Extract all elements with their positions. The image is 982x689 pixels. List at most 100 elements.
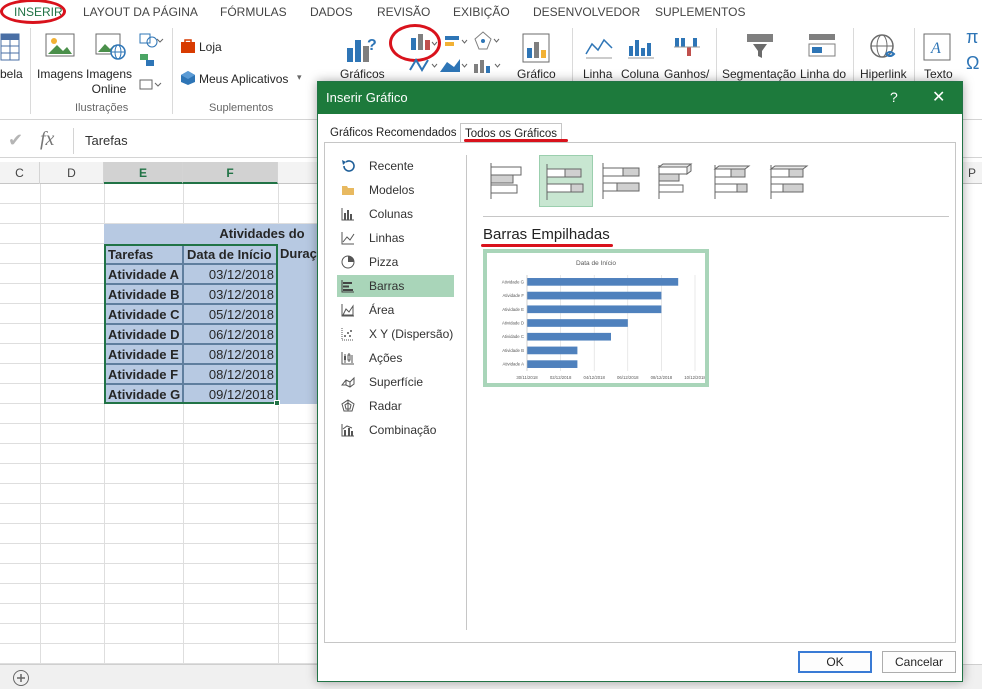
hyperlink-icon[interactable] bbox=[868, 32, 898, 62]
slicer-button-label[interactable]: Segmentação bbox=[722, 67, 796, 82]
table-row-task[interactable]: Atividade C bbox=[104, 304, 183, 324]
duration-column-cells[interactable] bbox=[278, 264, 320, 404]
my-apps-icon[interactable] bbox=[180, 70, 196, 86]
column-header-f[interactable]: F bbox=[183, 162, 278, 184]
pictures-button-label[interactable]: Imagens bbox=[37, 67, 83, 82]
table-row-date[interactable]: 06/12/2018 bbox=[183, 324, 278, 344]
nav-item-barras[interactable]: Barras bbox=[337, 275, 454, 297]
table-icon[interactable] bbox=[0, 30, 20, 64]
nav-item-area[interactable]: Área bbox=[337, 299, 454, 321]
dialog-title-bar[interactable]: Inserir Gráfico ? ✕ bbox=[318, 82, 962, 114]
table-row-task[interactable]: Atividade E bbox=[104, 344, 183, 364]
pivot-chart-button-label[interactable]: Gráfico bbox=[517, 67, 556, 82]
table-row-date[interactable]: 05/12/2018 bbox=[183, 304, 278, 324]
stacked-bar-3d-icon bbox=[713, 165, 751, 199]
header-cell-tarefas[interactable]: Tarefas bbox=[104, 244, 183, 264]
tab-exibicao[interactable]: EXIBIÇÃO bbox=[453, 5, 510, 19]
nav-item-modelos[interactable]: Modelos bbox=[337, 179, 454, 201]
text-box-icon[interactable]: A bbox=[922, 32, 952, 62]
table-button-label[interactable]: bela bbox=[0, 67, 23, 82]
nav-item-pizza[interactable]: Pizza bbox=[337, 251, 454, 273]
table-title-cell[interactable]: Atividades do bbox=[104, 224, 320, 244]
timeline-button-label[interactable]: Linha do bbox=[800, 67, 846, 82]
symbol-icon[interactable]: Ω bbox=[966, 54, 979, 72]
add-sheet-icon[interactable] bbox=[12, 669, 30, 687]
nav-item-dispersao[interactable]: X Y (Dispersão) bbox=[337, 323, 454, 345]
text-button-label[interactable]: Texto bbox=[924, 67, 953, 82]
table-row-date[interactable]: 08/12/2018 bbox=[183, 364, 278, 384]
equation-icon[interactable]: π bbox=[966, 28, 978, 46]
hierarchy-chart-icon[interactable] bbox=[444, 32, 470, 52]
chart-preview[interactable]: Data de Início 30/11/2018 02/12/2018 04/12/… bbox=[483, 249, 709, 387]
waterfall-chart-icon[interactable] bbox=[408, 56, 438, 74]
table-row-date[interactable]: 08/12/2018 bbox=[183, 344, 278, 364]
shapes-smartart-screenshot-icons[interactable] bbox=[138, 30, 164, 94]
slicer-icon[interactable] bbox=[745, 32, 775, 62]
column-header-g[interactable] bbox=[278, 162, 320, 184]
ok-button[interactable]: OK bbox=[798, 651, 872, 673]
online-pictures-icon[interactable] bbox=[94, 30, 126, 62]
table-row-task[interactable]: Atividade B bbox=[104, 284, 183, 304]
insert-function-icon[interactable]: fx bbox=[40, 128, 54, 151]
my-apps-dropdown-icon[interactable]: ▾ bbox=[297, 70, 302, 85]
nav-item-superficie[interactable]: Superfície bbox=[337, 371, 454, 393]
nav-item-combinacao[interactable]: Combinação bbox=[337, 419, 454, 441]
hyperlink-button-label[interactable]: Hiperlink bbox=[860, 67, 907, 82]
column-header-e[interactable]: E bbox=[104, 162, 183, 184]
enter-check-icon[interactable]: ✔ bbox=[8, 130, 23, 151]
recommended-charts-icon[interactable]: ? bbox=[345, 32, 377, 64]
tab-revisao[interactable]: REVISÃO bbox=[377, 5, 430, 19]
nav-item-acoes[interactable]: Ações bbox=[337, 347, 454, 369]
column-header-p[interactable]: P bbox=[962, 162, 982, 184]
pictures-icon[interactable] bbox=[44, 30, 76, 62]
nav-item-radar[interactable]: Radar bbox=[337, 395, 454, 417]
combo-chart-icon[interactable] bbox=[471, 56, 501, 74]
tab-formulas[interactable]: FÓRMULAS bbox=[220, 5, 287, 19]
store-button[interactable]: Loja bbox=[199, 40, 222, 55]
header-cell-data-inicio[interactable]: Data de Início bbox=[183, 244, 278, 264]
chart-preview-svg: Data de Início 30/11/2018 02/12/2018 04/12/… bbox=[502, 260, 707, 380]
nav-item-linhas[interactable]: Linhas bbox=[337, 227, 454, 249]
fill-handle[interactable] bbox=[274, 400, 280, 406]
close-icon[interactable]: ✕ bbox=[932, 87, 945, 107]
subtype-3d-clustered-bar[interactable] bbox=[651, 155, 705, 207]
sparkline-column-icon[interactable] bbox=[626, 34, 656, 62]
tab-layout-da-pagina[interactable]: LAYOUT DA PÁGINA bbox=[83, 5, 198, 19]
column-header-c[interactable]: C bbox=[0, 162, 40, 184]
table-row-task[interactable]: Atividade F bbox=[104, 364, 183, 384]
subtype-3d-100-stacked-bar[interactable] bbox=[763, 155, 817, 207]
store-icon[interactable] bbox=[180, 38, 196, 54]
subtype-100-stacked-bar[interactable] bbox=[595, 155, 649, 207]
sparkline-column-button-label[interactable]: Coluna bbox=[621, 67, 659, 82]
subtype-clustered-bar[interactable] bbox=[483, 155, 537, 207]
cancel-button[interactable]: Cancelar bbox=[882, 651, 956, 673]
table-row-date[interactable]: 03/12/2018 bbox=[183, 284, 278, 304]
subtype-stacked-bar[interactable] bbox=[539, 155, 593, 207]
tab-suplementos[interactable]: SUPLEMENTOS bbox=[655, 5, 745, 19]
sparkline-line-icon[interactable] bbox=[584, 34, 614, 62]
online-pictures-button-label[interactable]: Imagens Online bbox=[86, 67, 132, 97]
table-row-task[interactable]: Atividade D bbox=[104, 324, 183, 344]
scatter-radar-chart-icon[interactable] bbox=[473, 30, 501, 52]
sparkline-win-loss-button-label[interactable]: Ganhos/ bbox=[664, 67, 709, 82]
tab-dados[interactable]: DADOS bbox=[310, 5, 353, 19]
column-header-d[interactable]: D bbox=[40, 162, 104, 184]
subtype-3d-stacked-bar[interactable] bbox=[707, 155, 761, 207]
recommended-charts-button-label[interactable]: Gráficos bbox=[340, 67, 385, 82]
table-row-date[interactable]: 03/12/2018 bbox=[183, 264, 278, 284]
table-row-date[interactable]: 09/12/2018 bbox=[183, 384, 278, 404]
my-apps-button[interactable]: Meus Aplicativos bbox=[199, 72, 288, 87]
tab-desenvolvedor[interactable]: DESENVOLVEDOR bbox=[533, 5, 640, 19]
table-row-task[interactable]: Atividade A bbox=[104, 264, 183, 284]
timeline-icon[interactable] bbox=[807, 32, 837, 62]
table-row-task[interactable]: Atividade G bbox=[104, 384, 183, 404]
pivot-chart-icon[interactable] bbox=[521, 32, 553, 64]
sparkline-win-loss-icon[interactable] bbox=[672, 34, 702, 62]
sparkline-line-button-label[interactable]: Linha bbox=[583, 67, 612, 82]
nav-item-recente[interactable]: Recente bbox=[337, 155, 454, 177]
nav-item-colunas[interactable]: Colunas bbox=[337, 203, 454, 225]
header-cell-duracao[interactable]: Duraç bbox=[278, 244, 320, 264]
help-icon[interactable]: ? bbox=[890, 89, 898, 105]
surface-chart-icon bbox=[341, 376, 355, 388]
area-chart-icon[interactable] bbox=[438, 56, 468, 74]
